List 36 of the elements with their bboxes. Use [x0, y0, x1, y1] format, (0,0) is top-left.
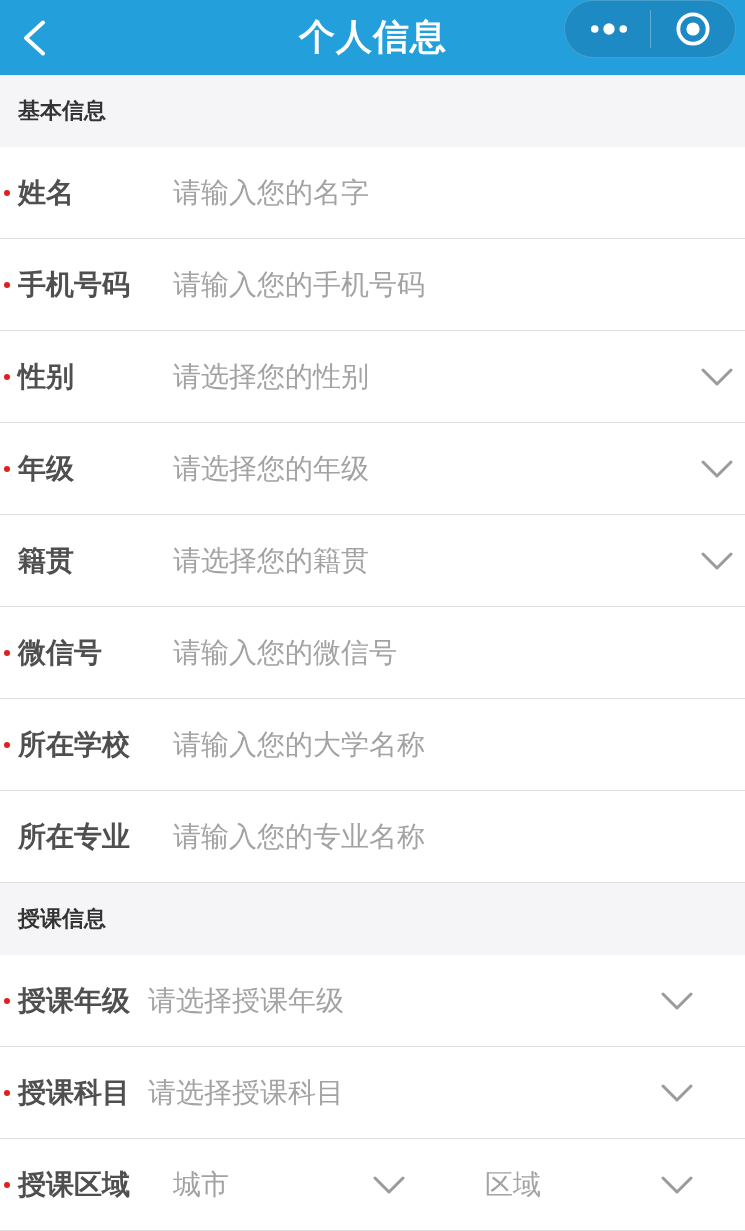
more-icon[interactable]	[590, 22, 628, 36]
section-header: 基本信息	[0, 75, 745, 147]
text-input[interactable]: 请输入您的大学名称	[173, 722, 745, 767]
select-field[interactable]: 请选择您的年级	[173, 446, 701, 491]
field-label: 授课科目	[18, 1074, 130, 1111]
field-label: 授课区域	[18, 1166, 131, 1203]
field-label: 籍贯	[18, 542, 75, 579]
field-label: 授课年级	[18, 982, 130, 1019]
chevron-down-icon	[661, 991, 693, 1010]
field-label: 手机号码	[18, 266, 131, 303]
select-field[interactable]: 请选择授课年级	[148, 978, 661, 1023]
select-field[interactable]: 区域	[485, 1162, 661, 1207]
field-label: 年级	[18, 450, 75, 487]
field-label: 所在专业	[18, 818, 131, 855]
text-input[interactable]: 请输入您的专业名称	[173, 814, 745, 859]
chevron-down-icon	[701, 551, 733, 570]
field-label: 性别	[18, 358, 75, 395]
back-icon[interactable]	[22, 19, 46, 56]
chevron-down-icon	[373, 1175, 405, 1194]
text-input[interactable]: 请输入您的手机号码	[173, 262, 745, 307]
target-icon[interactable]	[676, 12, 710, 46]
page-title: 个人信息	[298, 15, 447, 59]
select-field[interactable]: 请选择您的籍贯	[173, 538, 701, 583]
chevron-down-icon	[661, 1175, 693, 1194]
field-label: 所在学校	[18, 726, 131, 763]
select-field[interactable]: 请选择授课科目	[148, 1070, 661, 1115]
chevron-down-icon	[661, 1083, 693, 1102]
chevron-down-icon	[701, 459, 733, 478]
select-field[interactable]: 城市	[173, 1162, 373, 1207]
text-input[interactable]: 请输入您的名字	[173, 170, 745, 215]
chevron-down-icon	[701, 367, 733, 386]
field-label: 姓名	[18, 174, 75, 211]
field-label: 微信号	[18, 634, 103, 671]
section-header: 授课信息	[0, 883, 745, 955]
select-field[interactable]: 请选择您的性别	[173, 354, 701, 399]
text-input[interactable]: 请输入您的微信号	[173, 630, 745, 675]
